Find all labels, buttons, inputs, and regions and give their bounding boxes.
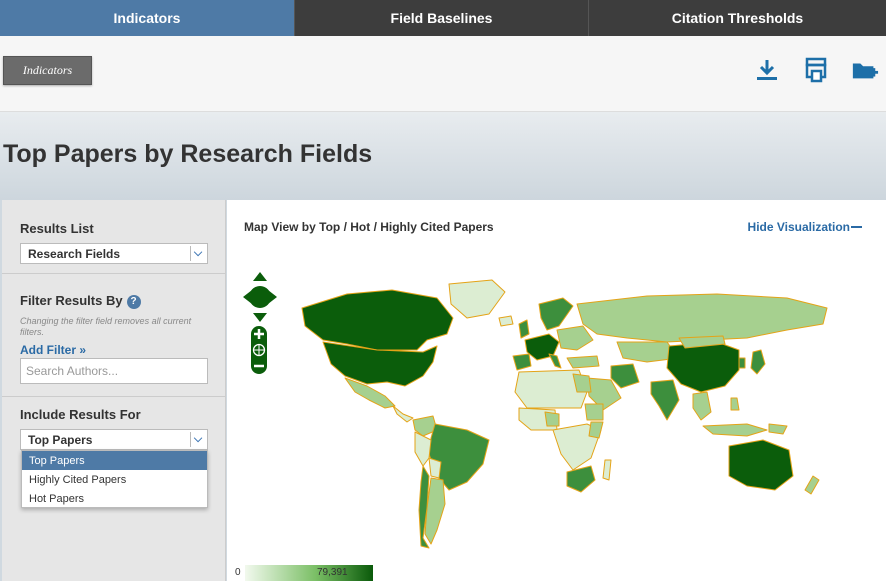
map-canada	[301, 289, 454, 351]
map-china	[666, 341, 740, 393]
map-iran	[610, 363, 640, 389]
map-scandinavia	[538, 297, 574, 331]
filter-title-text: Filter Results By	[20, 293, 123, 308]
option-top-papers[interactable]: Top Papers	[22, 451, 207, 470]
map-bolivia	[428, 457, 442, 479]
add-filter-link[interactable]: Add Filter »	[20, 343, 86, 357]
map-indonesia	[702, 423, 768, 437]
visualization-panel: Map View by Top / Hot / Highly Cited Pap…	[227, 200, 886, 581]
filter-title: Filter Results By?	[20, 293, 141, 309]
legend-color-scale	[245, 565, 373, 581]
include-dropdown-menu: Top Papers Highly Cited Papers Hot Paper…	[21, 450, 208, 508]
results-list-title: Results List	[20, 221, 94, 236]
results-list-select[interactable]: Research Fields ⌵	[20, 243, 208, 264]
filter-note: Changing the filter field removes all cu…	[20, 316, 192, 337]
pan-control[interactable]	[243, 272, 277, 327]
help-icon[interactable]: ?	[126, 294, 141, 309]
map-australia	[728, 439, 794, 491]
world-map-svg	[301, 279, 828, 549]
tab-indicators[interactable]: Indicators	[0, 0, 295, 36]
add-folder-icon[interactable]	[851, 56, 879, 84]
map-kenya	[588, 421, 604, 439]
minus-icon[interactable]	[851, 226, 862, 228]
map-peru	[414, 431, 432, 467]
chevron-down-icon: ⌵	[190, 432, 205, 447]
map-png	[768, 423, 788, 435]
include-title: Include Results For	[20, 407, 141, 422]
map-italy	[548, 353, 562, 369]
map-india	[650, 379, 680, 421]
download-icon[interactable]	[753, 56, 781, 84]
include-select[interactable]: Top Papers ⌵	[20, 429, 208, 450]
option-hot-papers[interactable]: Hot Papers	[22, 489, 207, 508]
top-tab-bar: Indicators Field Baselines Citation Thre…	[0, 0, 886, 36]
map-philippines	[730, 397, 740, 411]
page-title: Top Papers by Research Fields	[3, 140, 373, 168]
tab-citation-thresholds[interactable]: Citation Thresholds	[589, 0, 886, 36]
toolbar: Indicators	[0, 36, 886, 112]
option-highly-cited-papers[interactable]: Highly Cited Papers	[22, 470, 207, 489]
results-list-section: Results List Research Fields ⌵	[2, 200, 226, 274]
map-se-asia	[692, 391, 712, 421]
map-iberia	[512, 353, 532, 371]
breadcrumb-indicators[interactable]: Indicators	[3, 56, 92, 85]
legend-max-label: 79,391	[317, 567, 348, 578]
legend-min-label: 0	[235, 567, 241, 578]
map-turkey	[566, 355, 600, 369]
zoom-control[interactable]	[251, 326, 267, 379]
map-nigeria	[544, 411, 560, 427]
map-uk	[518, 319, 530, 339]
print-icon[interactable]	[802, 56, 830, 84]
hide-visualization-link[interactable]: Hide Visualization	[748, 220, 850, 234]
left-panel: Results List Research Fields ⌵ Filter Re…	[2, 200, 226, 581]
map-korea	[738, 357, 746, 369]
title-band: Top Papers by Research Fields	[0, 112, 886, 200]
map-central-america	[392, 405, 414, 423]
include-value: Top Papers	[28, 432, 93, 447]
search-authors-input[interactable]	[20, 358, 208, 384]
map-japan	[750, 349, 766, 375]
map-ethiopia	[584, 403, 604, 421]
map-new-zealand	[804, 475, 820, 495]
tab-field-baselines[interactable]: Field Baselines	[295, 0, 589, 36]
results-list-value: Research Fields	[28, 246, 121, 261]
map-madagascar	[602, 459, 612, 481]
chevron-down-icon: ⌵	[190, 246, 205, 261]
map-eastern-europe	[556, 325, 594, 351]
map-greenland	[448, 279, 506, 319]
map-iceland	[498, 315, 514, 327]
map-russia	[576, 293, 828, 343]
visualization-title: Map View by Top / Hot / Highly Cited Pap…	[244, 220, 494, 234]
map-south-africa	[566, 465, 596, 493]
world-map[interactable]	[227, 254, 886, 581]
